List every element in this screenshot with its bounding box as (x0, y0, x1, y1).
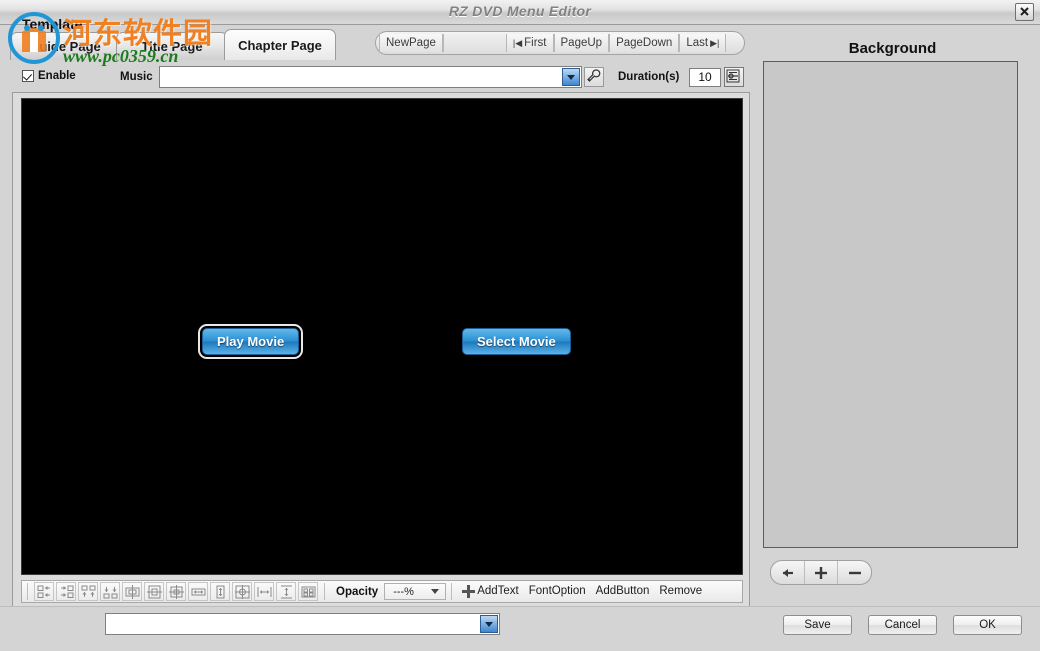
opacity-label: Opacity (336, 585, 379, 598)
chevron-down-icon (485, 621, 493, 627)
grid-icon[interactable] (298, 582, 318, 601)
background-remove-button[interactable] (838, 561, 871, 584)
background-button-group (770, 560, 872, 585)
distribute-vertical-icon[interactable] (276, 582, 296, 601)
music-settings-row: Enable Music Duration(s) 10 (0, 66, 750, 92)
plus-icon (815, 566, 827, 579)
duration-label: Duration(s) (618, 71, 680, 83)
window-title: RZ DVD Menu Editor (448, 3, 592, 19)
last-page-icon: ▶| (710, 38, 720, 48)
first-page-label: First (524, 37, 547, 49)
background-add-button[interactable] (805, 561, 839, 584)
slider-settings-icon (726, 69, 740, 83)
remove-button[interactable]: Remove (654, 582, 707, 601)
add-text-button[interactable]: AddText (457, 582, 524, 601)
save-button[interactable]: Save (783, 615, 852, 635)
template-dropdown-button[interactable] (480, 615, 498, 633)
opacity-combobox[interactable]: ---% (384, 583, 447, 600)
wrench-icon (587, 69, 601, 82)
tab-guide-page[interactable]: Guide Page (10, 32, 120, 60)
alignment-icon-group (33, 581, 319, 602)
editor-toolbar: Opacity ---% AddText FontOption AddButto… (21, 580, 743, 603)
distribute-horizontal-icon[interactable] (254, 582, 274, 601)
align-bottom-icon[interactable] (100, 582, 120, 601)
chevron-down-icon (567, 74, 575, 80)
close-button[interactable] (1015, 3, 1034, 21)
select-movie-button[interactable]: Select Movie (462, 328, 571, 355)
ok-button[interactable]: OK (953, 615, 1022, 635)
duration-settings-button[interactable] (724, 67, 744, 87)
duration-input[interactable]: 10 (689, 68, 721, 87)
align-top-icon[interactable] (78, 582, 98, 601)
page-number-field[interactable] (442, 34, 506, 52)
checkbox-check-icon (22, 70, 34, 82)
arrow-left-icon (783, 568, 794, 577)
music-combobox[interactable] (159, 66, 582, 88)
align-right-icon[interactable] (56, 582, 76, 601)
center-vertical-icon[interactable] (144, 582, 164, 601)
background-list[interactable] (763, 61, 1018, 548)
minus-icon (848, 571, 861, 574)
align-left-icon[interactable] (34, 582, 54, 601)
opacity-value: ---% (393, 585, 414, 598)
center-horizontal-icon[interactable] (122, 582, 142, 601)
menu-editor-panel: Play Movie Select Movie Opacity ---% Add… (12, 92, 750, 610)
add-button-button[interactable]: AddButton (591, 582, 655, 601)
template-label: Template (22, 16, 83, 32)
enable-label: Enable (38, 70, 76, 82)
chevron-down-icon (431, 589, 440, 594)
toolbar-divider-3 (451, 583, 453, 600)
tab-strip: Guide Page Title Page Chapter Page (10, 28, 340, 60)
last-page-button[interactable]: Last ▶| (679, 34, 727, 52)
dvd-menu-editor-window: RZ DVD Menu Editor 河东软件园 www.pc0359.cn G… (0, 0, 1040, 651)
title-bar: RZ DVD Menu Editor (0, 0, 1040, 25)
music-dropdown-button[interactable] (562, 68, 580, 86)
play-movie-button[interactable]: Play Movie (197, 324, 304, 359)
first-page-button[interactable]: |◀ First (505, 34, 554, 52)
same-width-icon[interactable] (188, 582, 208, 601)
toolbar-divider-2 (324, 583, 325, 600)
same-size-icon[interactable] (232, 582, 252, 601)
background-panel-title: Background (848, 40, 937, 57)
music-settings-button[interactable] (584, 67, 604, 87)
center-both-icon[interactable] (166, 582, 186, 601)
page-down-button[interactable]: PageDown (609, 34, 680, 52)
enable-checkbox[interactable]: Enable (22, 70, 76, 82)
same-height-icon[interactable] (210, 582, 230, 601)
background-back-button[interactable] (771, 561, 805, 584)
first-page-icon: |◀ (512, 38, 523, 48)
add-text-label: AddText (477, 585, 519, 597)
new-page-button[interactable]: NewPage (379, 34, 443, 52)
music-label: Music (120, 71, 153, 83)
menu-preview-canvas[interactable]: Play Movie Select Movie (21, 98, 743, 575)
toolbar-divider (27, 583, 28, 600)
template-combobox[interactable] (105, 613, 500, 635)
cancel-button[interactable]: Cancel (868, 615, 937, 635)
tab-title-page[interactable]: Title Page (116, 32, 228, 60)
tab-chapter-page[interactable]: Chapter Page (224, 29, 336, 60)
page-up-button[interactable]: PageUp (553, 34, 610, 52)
last-page-label: Last (686, 37, 709, 49)
font-option-button[interactable]: FontOption (524, 582, 591, 601)
plus-icon (462, 585, 476, 598)
page-navigation-toolbar: NewPage |◀ First PageUp PageDown Last ▶| (375, 31, 745, 55)
close-icon (1020, 7, 1029, 16)
